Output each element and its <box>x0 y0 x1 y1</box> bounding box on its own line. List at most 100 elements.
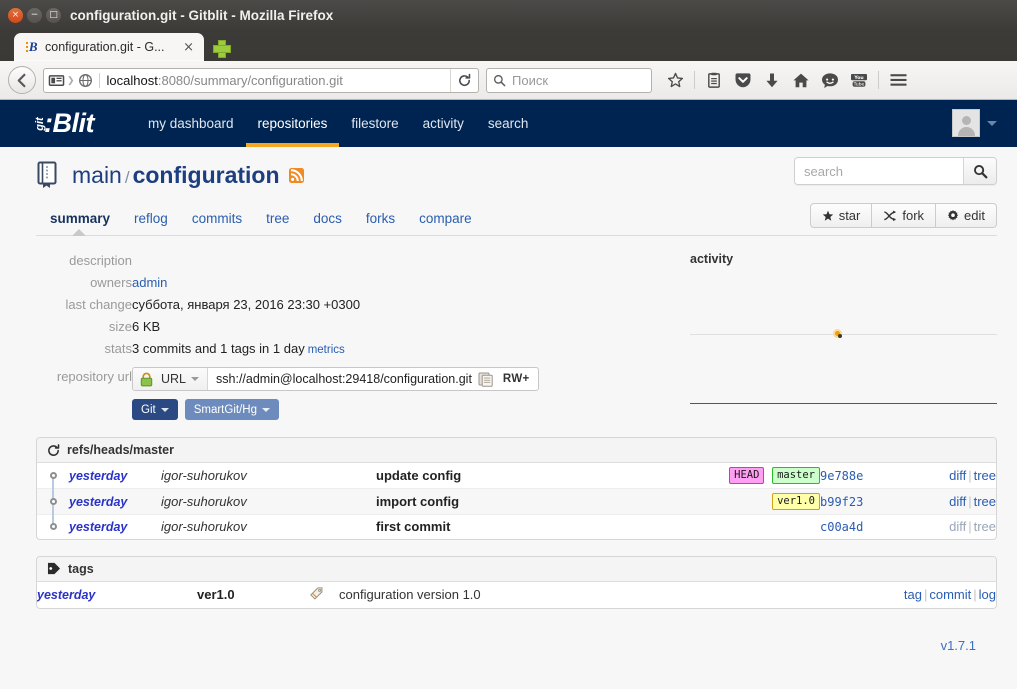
browser-search-bar[interactable]: Поиск <box>486 67 652 93</box>
tag-commit-link[interactable]: commit <box>929 587 971 602</box>
chat-icon[interactable] <box>818 68 842 92</box>
downloads-icon[interactable] <box>760 68 784 92</box>
tab-commits[interactable]: commits <box>180 211 254 235</box>
back-button[interactable] <box>8 66 36 94</box>
site-identity-icon[interactable]: ❯ <box>48 73 75 88</box>
search-input[interactable] <box>795 158 963 184</box>
commit-refs: HEAD master <box>586 463 820 489</box>
rss-feed-icon[interactable] <box>288 167 304 183</box>
activity-chart-data-point[interactable] <box>833 329 842 338</box>
commit-diff-link[interactable]: diff <box>949 468 966 483</box>
url-bar[interactable]: ❯ localhost:8080/summary/configuration.g… <box>43 67 479 93</box>
edit-button[interactable]: edit <box>936 203 997 228</box>
gitblit-logo[interactable]: git :Blit <box>33 100 94 147</box>
value-size: 6 KB <box>132 319 161 334</box>
fork-button[interactable]: fork <box>872 203 937 228</box>
badge-tag-ver1-0[interactable]: ver1.0 <box>772 493 820 511</box>
nav-item-search[interactable]: search <box>476 100 541 147</box>
commit-tree-link[interactable]: tree <box>974 519 996 534</box>
commit-author: igor-suhorukov <box>161 468 247 484</box>
commit-diff-link[interactable]: diff <box>949 519 966 534</box>
url-kind-dropdown[interactable]: URL <box>159 368 209 390</box>
window-minimize-button[interactable]: − <box>27 7 42 23</box>
commit-tree-link[interactable]: tree <box>974 494 996 509</box>
repository-url-value[interactable]: ssh://admin@localhost:29418/configuratio… <box>208 369 478 389</box>
nav-item-my-dashboard[interactable]: my dashboard <box>136 100 246 147</box>
window-maximize-button[interactable]: □ <box>46 7 61 23</box>
commit-links: diff | tree <box>912 514 996 539</box>
smartgit-client-label: SmartGit/Hg <box>193 403 257 416</box>
chevron-down-icon[interactable] <box>987 120 997 126</box>
home-icon[interactable] <box>789 68 813 92</box>
commit-date[interactable]: yesterday <box>69 520 127 534</box>
star-button[interactable]: star <box>809 203 873 228</box>
url-permission-badge: RW+ <box>502 373 530 385</box>
reload-icon <box>458 73 470 86</box>
repo-search[interactable] <box>794 157 997 185</box>
repo-project-name[interactable]: main <box>72 162 122 188</box>
badge-branch-master[interactable]: master <box>772 467 820 485</box>
tag-icon <box>47 563 61 575</box>
tags-panel: tags yesterday ver1.0 configuration vers… <box>36 555 997 609</box>
tab-forks[interactable]: forks <box>354 211 407 235</box>
smartgit-client-button[interactable]: SmartGit/Hg <box>184 399 279 420</box>
tab-compare[interactable]: compare <box>407 211 484 235</box>
repository-url-widget[interactable]: URL ssh://admin@localhost:29418/configur… <box>132 367 539 391</box>
table-row[interactable]: yesterday igor-suhorukov update config H… <box>37 463 996 500</box>
commit-message[interactable]: import config <box>376 488 587 515</box>
git-client-button[interactable]: Git <box>132 399 178 420</box>
logo-blit-text: :Blit <box>44 108 94 138</box>
commit-tree-link[interactable]: tree <box>974 468 996 483</box>
commit-hash[interactable]: b99f23 <box>820 495 863 509</box>
reader-icon[interactable] <box>702 68 726 92</box>
close-icon: × <box>11 9 20 20</box>
menu-icon[interactable] <box>886 68 910 92</box>
metrics-link[interactable]: metrics <box>308 344 345 356</box>
commit-hash[interactable]: c00a4d <box>820 520 863 534</box>
pocket-icon[interactable] <box>731 68 755 92</box>
url-kind-label: URL <box>161 372 187 386</box>
browser-tab[interactable]: B configuration.git - G... × <box>14 33 204 61</box>
footer-version[interactable]: v1.7.1 <box>36 609 997 653</box>
window-titlebar: × − □ configuration.git - Gitblit - Mozi… <box>0 0 1017 30</box>
owner-link[interactable]: admin <box>132 275 167 290</box>
tab-docs[interactable]: docs <box>301 211 354 235</box>
window-title: configuration.git - Gitblit - Mozilla Fi… <box>70 7 334 23</box>
star-icon[interactable] <box>663 68 687 92</box>
nav-item-repositories[interactable]: repositories <box>245 100 340 147</box>
commit-hash[interactable]: 9e788e <box>820 469 863 483</box>
tab-summary[interactable]: summary <box>36 211 122 236</box>
avatar[interactable] <box>952 109 980 137</box>
commit-date[interactable]: yesterday <box>69 495 127 509</box>
nav-item-filestore[interactable]: filestore <box>339 100 410 147</box>
new-tab-button[interactable] <box>213 40 231 58</box>
user-menu[interactable] <box>952 109 997 137</box>
copy-icon[interactable] <box>478 372 495 387</box>
table-row[interactable]: yesterday igor-suhorukov import config v… <box>37 478 996 527</box>
commit-diff-link[interactable]: diff <box>949 494 966 509</box>
commit-date[interactable]: yesterday <box>69 469 127 483</box>
commits-panel-title: refs/heads/master <box>67 443 175 457</box>
commit-message[interactable]: first commit <box>376 514 587 539</box>
tab-reflog[interactable]: reflog <box>122 211 180 235</box>
field-row-repository-url: repository url URL ssh://admin@localhost… <box>36 361 539 421</box>
url-text[interactable]: localhost:8080/summary/configuration.git <box>98 72 450 88</box>
field-row-last-change: last change суббота, января 23, 2016 23:… <box>36 294 539 316</box>
repo-actions: star fork edit <box>809 203 997 228</box>
browser-tab-label: configuration.git - G... <box>45 40 165 54</box>
tab-close-icon[interactable]: × <box>181 41 196 54</box>
table-row[interactable]: yesterday ver1.0 configuration version 1… <box>37 582 996 608</box>
tab-tree[interactable]: tree <box>254 211 301 235</box>
tag-log-link[interactable]: log <box>979 587 996 602</box>
reload-button[interactable] <box>450 68 477 92</box>
commit-message[interactable]: update config <box>376 463 586 489</box>
search-button[interactable] <box>963 158 996 184</box>
browser-toolbar-icons: You Tube <box>663 68 910 92</box>
gitblit-header: git :Blit my dashboard repositories file… <box>0 100 1017 147</box>
youtube-icon[interactable]: You Tube <box>847 68 871 92</box>
tag-link[interactable]: tag <box>904 587 922 602</box>
tag-date[interactable]: yesterday <box>37 588 95 602</box>
table-row[interactable]: yesterday igor-suhorukov first commit c0… <box>37 504 996 539</box>
nav-item-activity[interactable]: activity <box>411 100 476 147</box>
window-close-button[interactable]: × <box>8 7 23 23</box>
